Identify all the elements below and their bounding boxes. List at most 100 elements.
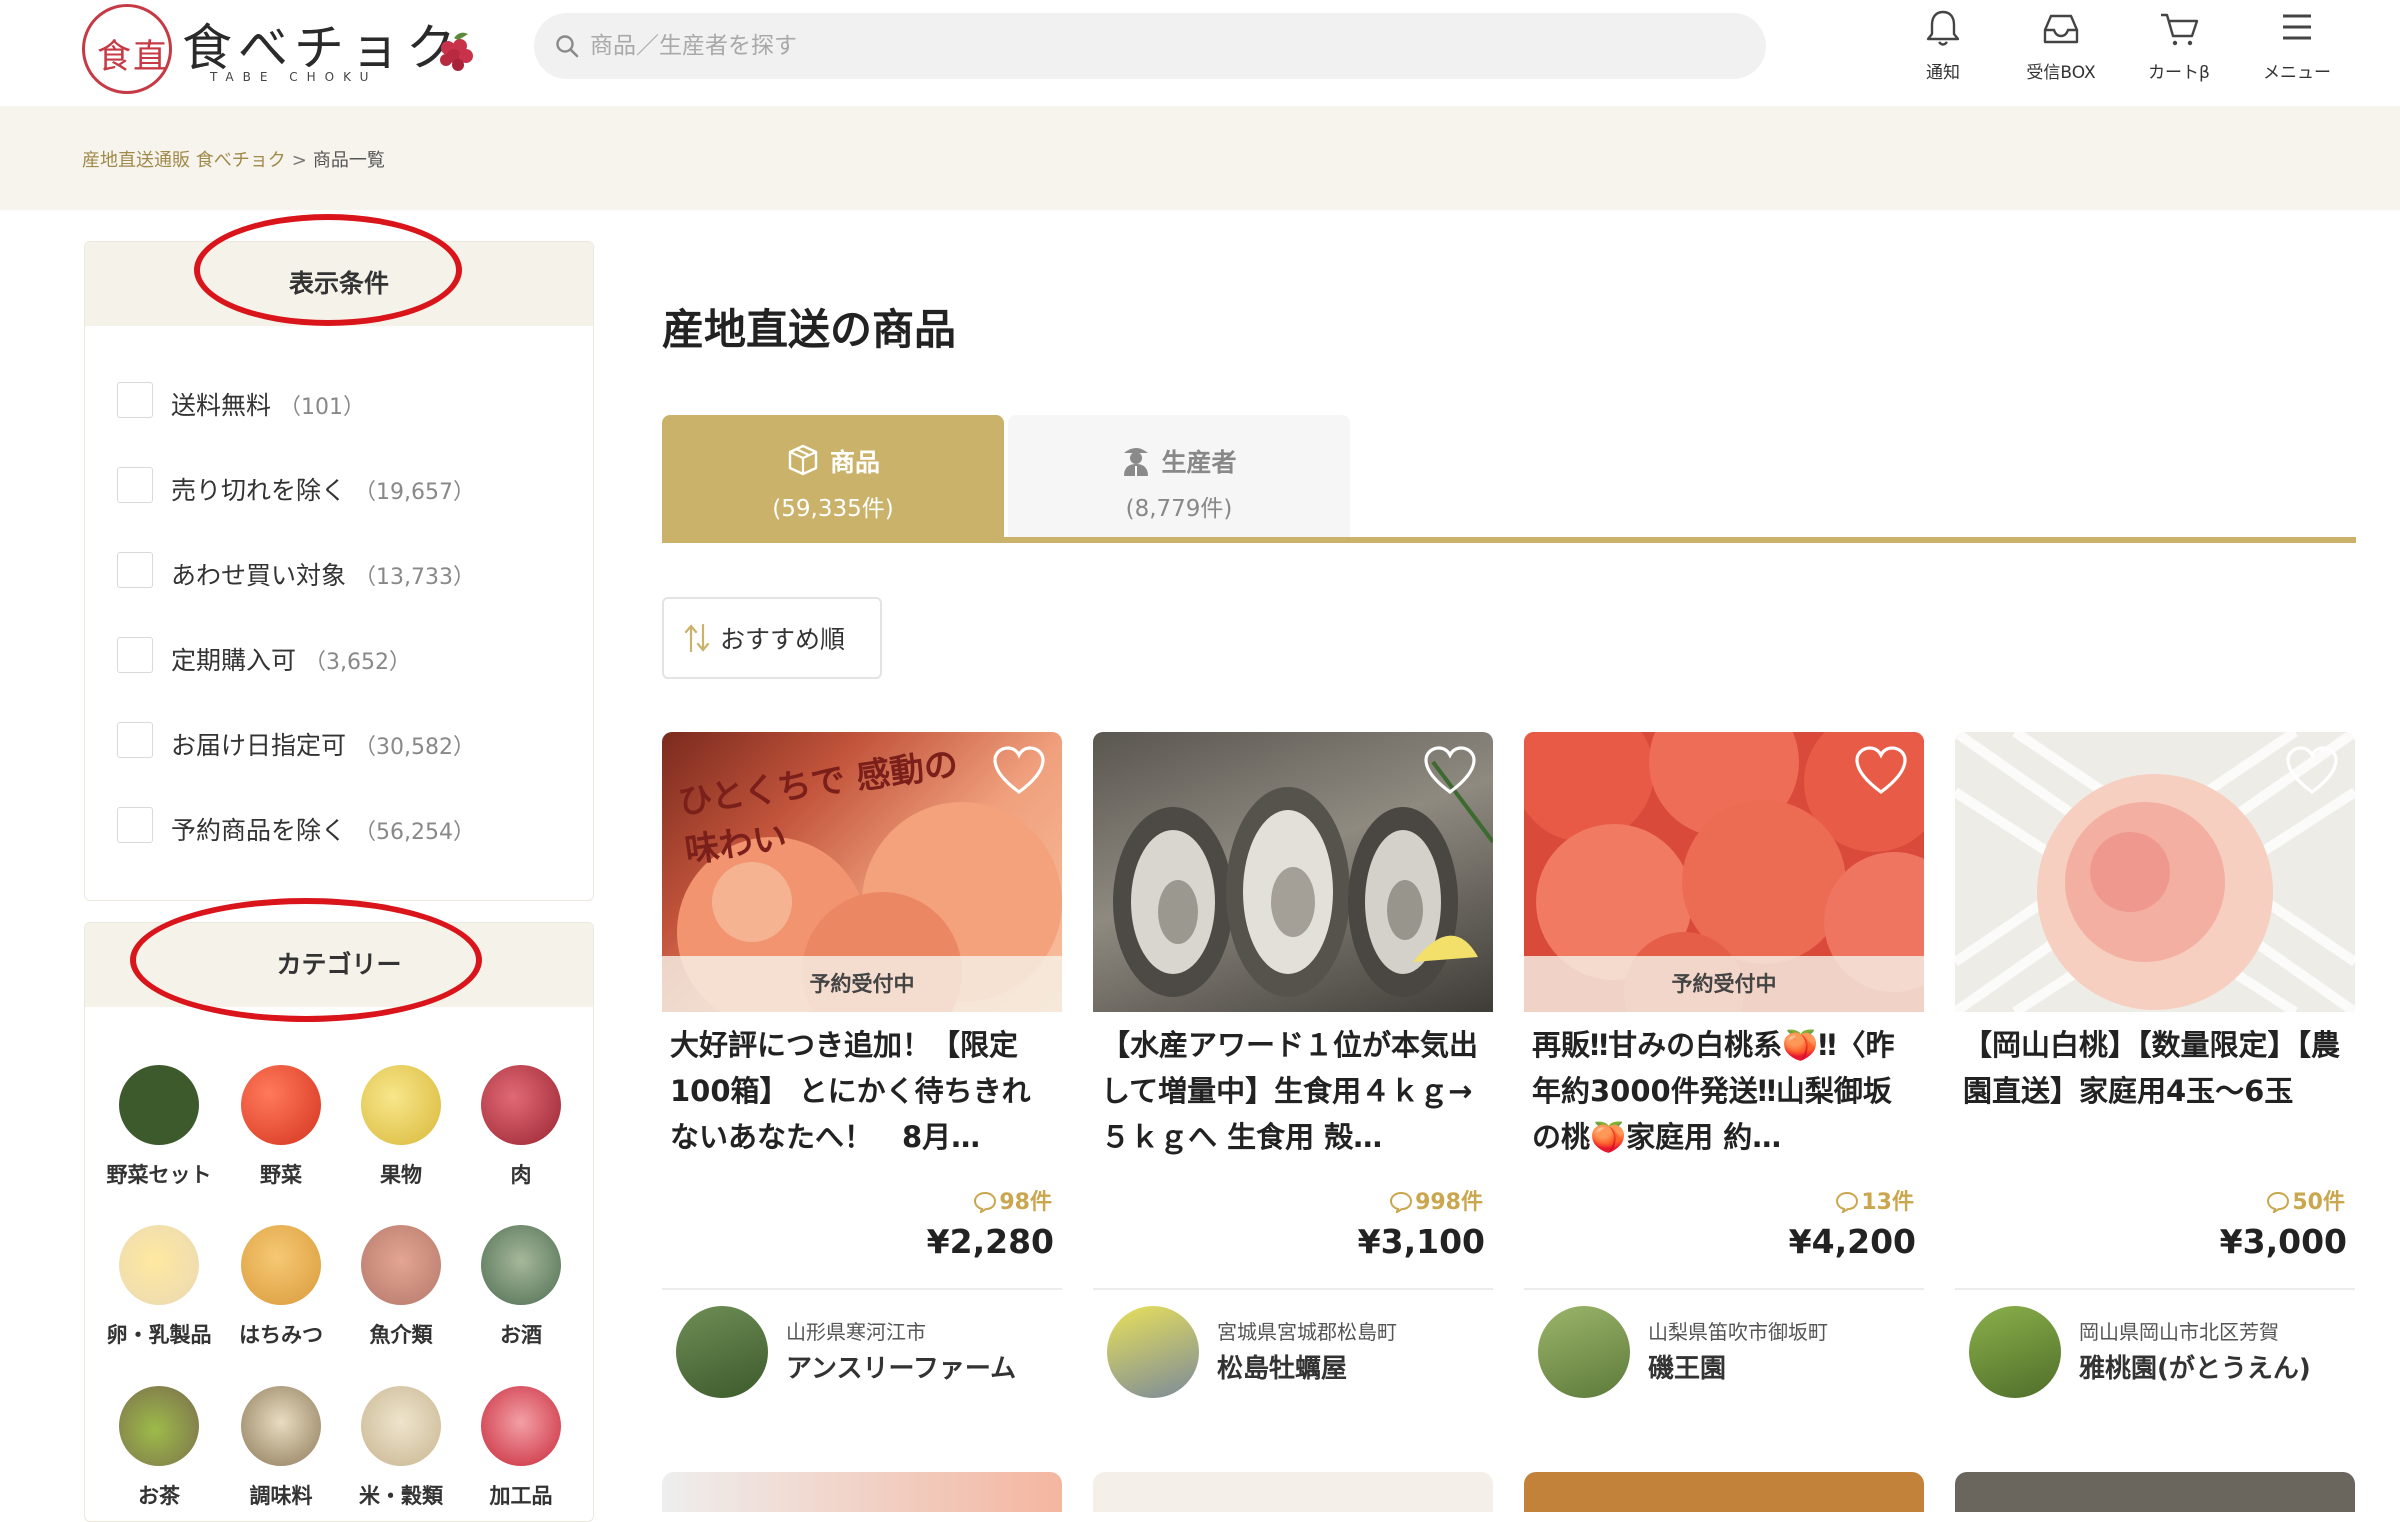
favorite-heart-icon[interactable] (2285, 746, 2339, 796)
search-input[interactable] (590, 25, 1730, 67)
sort-icon (684, 623, 710, 653)
search-bar[interactable] (534, 13, 1766, 79)
product-image[interactable] (1955, 732, 2355, 1012)
category-tea[interactable]: お茶 (99, 1386, 219, 1510)
product-price: ¥2,280 (926, 1222, 1054, 1261)
producer-avatar[interactable] (1107, 1306, 1199, 1398)
producer-location: 山梨県笛吹市御坂町 (1648, 1320, 1828, 1344)
filter-exclude-soldout[interactable]: 売り切れを除く （19,657） (117, 465, 577, 505)
category-photo (241, 1225, 321, 1305)
card-divider (1955, 1288, 2355, 1290)
checkbox[interactable] (117, 722, 153, 758)
category-fruit[interactable]: 果物 (341, 1065, 461, 1189)
checkbox[interactable] (117, 467, 153, 503)
favorite-heart-icon[interactable] (1423, 746, 1477, 796)
category-meat[interactable]: 肉 (461, 1065, 581, 1189)
review-count-text: 98件 (999, 1190, 1052, 1215)
category-alcohol[interactable]: お酒 (461, 1225, 581, 1349)
checkbox[interactable] (117, 637, 153, 673)
breadcrumb-band: 産地直送通販 食べチョク > 商品一覧 (0, 106, 2400, 210)
product-card[interactable]: 【水産アワード１位が本気出して増量中】生食用４ｋｇ→５ｋｇへ 生食用 殻… 99… (1093, 732, 1493, 1402)
producer-name[interactable]: 磯王園 (1648, 1348, 1726, 1385)
checkbox[interactable] (117, 382, 153, 418)
category-seafood[interactable]: 魚介類 (341, 1225, 461, 1349)
producer-name[interactable]: 雅桃園(がとうえん) (2079, 1348, 2311, 1385)
product-image[interactable]: ひとくちで 感動の味わい 予約受付中 (662, 732, 1062, 1012)
producer-avatar[interactable] (1969, 1306, 2061, 1398)
inbox-icon (2043, 14, 2079, 44)
preorder-badge: 予約受付中 (662, 956, 1062, 1012)
breadcrumb: 産地直送通販 食べチョク > 商品一覧 (82, 146, 385, 172)
category-seasoning[interactable]: 調味料 (221, 1386, 341, 1510)
category-eggs-dairy[interactable]: 卵・乳製品 (99, 1225, 219, 1349)
category-vegetables[interactable]: 野菜 (221, 1065, 341, 1189)
sort-button[interactable]: おすすめ順 (662, 597, 882, 679)
category-rice-grains[interactable]: 米・穀類 (341, 1386, 461, 1510)
producer-avatar[interactable] (1538, 1306, 1630, 1398)
category-photo (119, 1065, 199, 1145)
product-name[interactable]: 大好評につき追加！【限定100箱】 とにかく待ちきれないあなたへ！ 8月… (670, 1022, 1058, 1160)
producer-icon (1124, 448, 1149, 476)
product-card[interactable]: 【岡山白桃】【数量限定】【農園直送】家庭用4玉～6玉 50件 ¥3,000 岡山… (1955, 732, 2355, 1402)
filter-bundle-purchase[interactable]: あわせ買い対象 （13,733） (117, 550, 577, 590)
review-count-text: 13件 (1861, 1190, 1914, 1215)
category-label: 果物 (380, 1163, 422, 1187)
review-icon (2267, 1191, 2290, 1215)
tab-producers[interactable]: 生産者 (8,779件) (1008, 415, 1350, 539)
category-label: お茶 (138, 1484, 180, 1508)
product-card-peek[interactable] (1955, 1472, 2355, 1512)
category-label: 調味料 (249, 1484, 313, 1508)
tab-label: 商品 (829, 448, 880, 477)
breadcrumb-home-link[interactable]: 産地直送通販 食べチョク (82, 150, 286, 171)
nav-label: 通知 (1926, 63, 1960, 83)
filter-subscription[interactable]: 定期購入可 （3,652） (117, 635, 577, 675)
producer-name[interactable]: アンスリーファーム (786, 1348, 1016, 1385)
product-image[interactable] (1093, 732, 1493, 1012)
category-photo (481, 1065, 561, 1145)
category-processed[interactable]: 加工品 (461, 1386, 581, 1510)
checkbox[interactable] (117, 552, 153, 588)
category-photo (119, 1386, 199, 1466)
filter-label: 予約商品を除く (171, 816, 347, 845)
product-card[interactable]: ひとくちで 感動の味わい 予約受付中 大好評につき追加！【限定100箱】 とにか… (662, 732, 1062, 1402)
annotation-circle (130, 898, 482, 1022)
annotation-circle (194, 214, 462, 326)
site-logo[interactable]: 食直 食べチョク TABE CHOKU (82, 4, 492, 94)
category-photo (361, 1065, 441, 1145)
product-card-peek[interactable] (1524, 1472, 1924, 1512)
product-price: ¥4,200 (1788, 1222, 1916, 1261)
review-count-text: 50件 (2292, 1190, 2345, 1215)
category-label: お酒 (500, 1323, 542, 1347)
category-vegetable-set[interactable]: 野菜セット (99, 1065, 219, 1189)
producer-location: 宮城県宮城郡松島町 (1217, 1320, 1397, 1344)
producer-name[interactable]: 松島牡蠣屋 (1217, 1348, 1347, 1385)
category-photo (241, 1065, 321, 1145)
product-card[interactable]: 予約受付中 再販‼甘みの白桃系🍑‼〈昨年約3000件発送‼山梨御坂の桃🍑家庭用 … (1524, 732, 1924, 1402)
nav-cart[interactable]: カートβ (2124, 6, 2234, 92)
category-label: 野菜 (260, 1163, 302, 1187)
review-count: 98件 (973, 1184, 1052, 1216)
favorite-heart-icon[interactable] (992, 746, 1046, 796)
filter-free-shipping[interactable]: 送料無料 （101） (117, 380, 577, 420)
producer-avatar[interactable] (676, 1306, 768, 1398)
favorite-heart-icon[interactable] (1854, 746, 1908, 796)
filter-label: 送料無料 (171, 391, 272, 420)
product-name[interactable]: 【水産アワード１位が本気出して増量中】生食用４ｋｇ→５ｋｇへ 生食用 殻… (1101, 1022, 1489, 1160)
product-name[interactable]: 再販‼甘みの白桃系🍑‼〈昨年約3000件発送‼山梨御坂の桃🍑家庭用 約… (1532, 1022, 1920, 1160)
product-card-peek[interactable] (1093, 1472, 1493, 1512)
tab-products[interactable]: 商品 (59,335件) (662, 415, 1004, 539)
checkbox[interactable] (117, 807, 153, 843)
filter-label: お届け日指定可 (171, 731, 347, 760)
preorder-badge: 予約受付中 (1524, 956, 1924, 1012)
category-honey[interactable]: はちみつ (221, 1225, 341, 1349)
nav-inbox[interactable]: 受信BOX (2006, 6, 2116, 92)
product-name[interactable]: 【岡山白桃】【数量限定】【農園直送】家庭用4玉～6玉 (1963, 1022, 2351, 1160)
product-image[interactable]: 予約受付中 (1524, 732, 1924, 1012)
product-card-peek[interactable] (662, 1472, 1062, 1512)
logo-subtitle: TABE CHOKU (210, 70, 378, 84)
nav-menu[interactable]: メニュー (2242, 6, 2352, 92)
review-count: 13件 (1835, 1184, 1914, 1216)
filter-exclude-preorder[interactable]: 予約商品を除く （56,254） (117, 805, 577, 845)
filter-delivery-date[interactable]: お届け日指定可 （30,582） (117, 720, 577, 760)
nav-notifications[interactable]: 通知 (1888, 6, 1998, 92)
